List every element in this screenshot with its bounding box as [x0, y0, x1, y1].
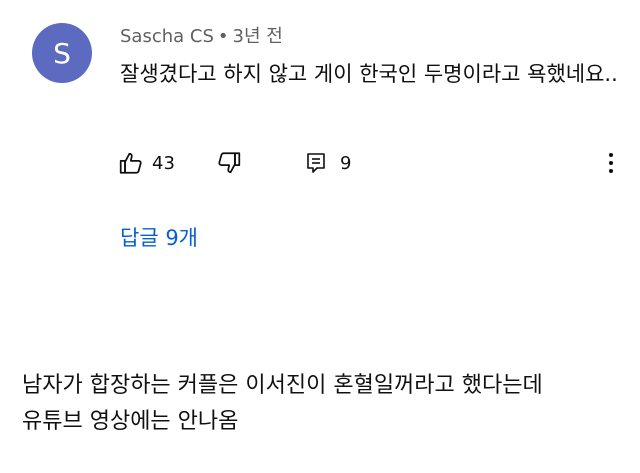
comment-time[interactable]: 3년 전: [233, 26, 283, 47]
avatar[interactable]: S: [32, 23, 92, 83]
dislike-button[interactable]: [216, 148, 242, 178]
post-caption-line-1: 남자가 합장하는 커플은 이서진이 혼혈일꺼라고 했다는데: [22, 373, 543, 398]
comment-meta: Sascha CS • 3년 전: [120, 22, 283, 48]
reply-count: 9: [340, 152, 352, 174]
thumbs-up-icon: [118, 150, 144, 176]
avatar-letter: S: [53, 36, 71, 70]
comment-author[interactable]: Sascha CS: [120, 26, 214, 47]
like-button[interactable]: 43: [118, 148, 175, 178]
post-caption-line-2: 유튜브 영상에는 안나옴: [22, 409, 239, 434]
post-caption: 남자가 합장하는 커플은 이서진이 혼혈일꺼라고 했다는데 유튜브 영상에는 안…: [22, 368, 622, 440]
reply-button[interactable]: 9: [304, 148, 351, 178]
meta-separator: •: [217, 26, 229, 47]
like-count: 43: [152, 152, 175, 174]
thumbs-down-icon: [216, 150, 242, 176]
page: S Sascha CS • 3년 전 잘생겼다고 하지 않고 게이 한국인 두명이라…: [0, 0, 640, 473]
more-options-button[interactable]: [604, 148, 618, 178]
comment-actions: 43 9: [118, 148, 628, 178]
view-replies-link[interactable]: 답글 9개: [120, 222, 198, 252]
comment-text: 잘생겼다고 하지 않고 게이 한국인 두명이라고 욕했네요..: [120, 62, 618, 86]
comment-icon: [304, 150, 328, 176]
more-vertical-icon: [609, 153, 613, 173]
